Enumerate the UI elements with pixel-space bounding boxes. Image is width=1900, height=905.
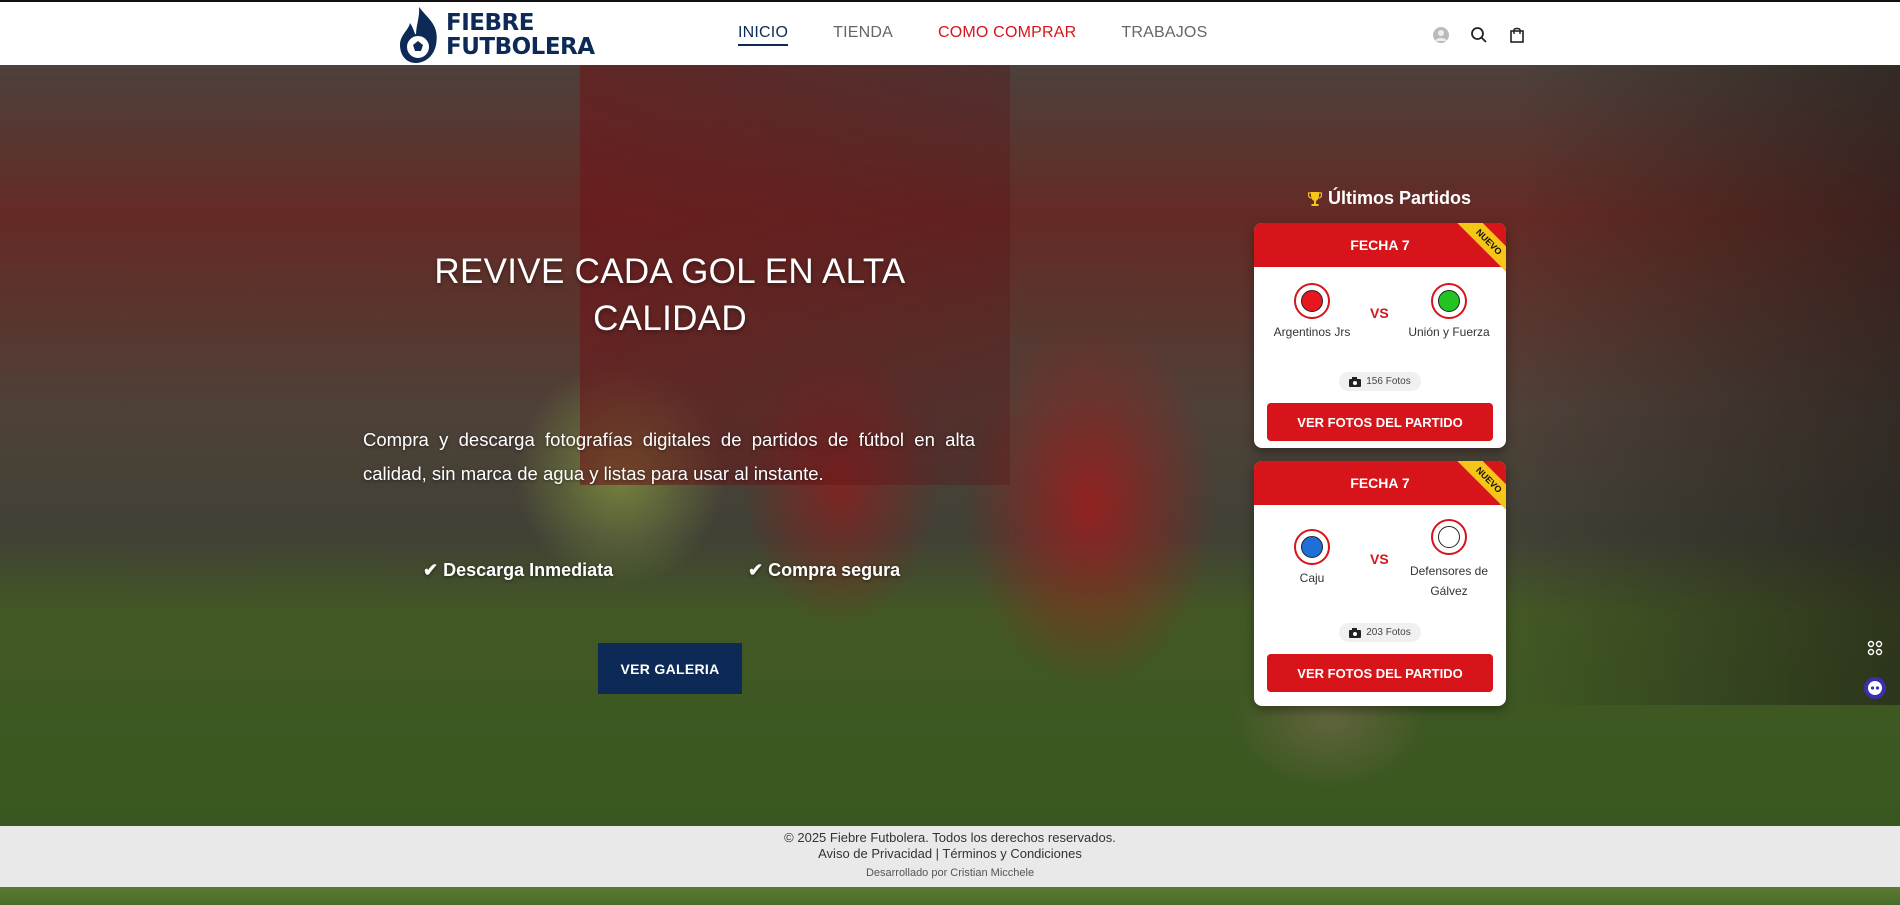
away-team: Defensores de Gálvez: [1394, 519, 1504, 601]
view-match-photos-button[interactable]: VER FOTOS DEL PARTIDO: [1267, 403, 1493, 441]
camera-icon: [1349, 376, 1362, 387]
nav-tienda[interactable]: TIENDA: [833, 24, 893, 46]
logo-line-1: FIEBRE: [446, 10, 534, 36]
match-teams: Caju VS Defensores de Gálvez: [1254, 505, 1506, 623]
home-team-name: Caju: [1299, 571, 1325, 585]
site-footer: © 2025 Fiebre Futbolera. Todos los derec…: [0, 826, 1900, 887]
versus-label: VS: [1370, 551, 1389, 567]
feature-secure-purchase: ✔ Compra segura: [748, 560, 901, 580]
match-round: FECHA 7 NUEVO: [1254, 461, 1506, 519]
grid-icon[interactable]: [1862, 635, 1888, 661]
main-nav: INICIO TIENDA COMO COMPRAR TRABAJOS: [738, 24, 1252, 46]
away-team-name: Defensores de Gálvez: [1409, 564, 1489, 598]
home-team: Caju: [1257, 529, 1367, 585]
logo-wordmark: FIEBRE FUTBOLERA: [446, 11, 595, 59]
view-match-photos-button[interactable]: VER FOTOS DEL PARTIDO: [1267, 654, 1493, 692]
photo-count: 156 Fotos: [1254, 372, 1506, 391]
match-round-label: FECHA 7: [1350, 475, 1410, 491]
hero-title: REVIVE CADA GOL EN ALTA CALIDAD: [434, 252, 906, 338]
site-header: FIEBRE FUTBOLERA INICIO TIENDA COMO COMP…: [0, 2, 1900, 66]
versus-label: VS: [1370, 305, 1389, 321]
away-team-name: Unión y Fuerza: [1408, 325, 1490, 339]
cart-icon[interactable]: [1508, 26, 1526, 44]
latest-matches-heading: Últimos Partidos: [1308, 188, 1471, 209]
flame-ball-logo-icon: [400, 7, 437, 63]
hero-section: REVIVE CADA GOL EN ALTA CALIDAD Compra y…: [0, 65, 1900, 826]
footer-legal-links[interactable]: Aviso de Privacidad | Términos y Condici…: [0, 846, 1900, 861]
chat-bot-icon[interactable]: [1862, 675, 1888, 701]
match-teams: Argentinos Jrs VS Unión y Fuerza: [1254, 267, 1506, 367]
search-icon[interactable]: [1470, 26, 1488, 44]
nav-como-comprar[interactable]: COMO COMPRAR: [938, 24, 1076, 46]
nav-trabajos[interactable]: TRABAJOS: [1121, 24, 1207, 46]
site-logo[interactable]: FIEBRE FUTBOLERA: [398, 5, 595, 65]
home-team-crest-icon: [1294, 283, 1330, 319]
match-round: FECHA 7 NUEVO: [1254, 223, 1506, 281]
nav-inicio[interactable]: INICIO: [738, 24, 789, 46]
logo-line-2: FUTBOLERA: [446, 34, 595, 60]
home-team-crest-icon: [1294, 529, 1330, 565]
away-team: Unión y Fuerza: [1394, 283, 1504, 339]
match-round-label: FECHA 7: [1350, 237, 1410, 253]
hero-background-bottom: [0, 887, 1900, 905]
trophy-icon: [1308, 191, 1322, 206]
photo-count: 203 Fotos: [1254, 623, 1506, 642]
match-card: FECHA 7 NUEVO Caju VS Defensores de Gálv…: [1254, 461, 1506, 706]
home-team-name: Argentinos Jrs: [1273, 325, 1351, 339]
camera-icon: [1349, 627, 1362, 638]
footer-copyright: © 2025 Fiebre Futbolera. Todos los derec…: [784, 830, 1116, 845]
latest-matches-title: Últimos Partidos: [1328, 188, 1472, 208]
header-icons: [1432, 26, 1526, 44]
footer-credit: Desarrollado por Cristian Micchele: [865, 867, 1035, 879]
view-gallery-button[interactable]: VER GALERIA: [598, 643, 742, 694]
hero-description: Compra y descarga fotografías digitales …: [363, 429, 975, 484]
away-team-crest-icon: [1431, 519, 1467, 555]
photo-count-label: 203 Fotos: [1366, 627, 1411, 638]
feature-instant-download: ✔ Descarga Inmediata: [423, 560, 614, 580]
away-team-crest-icon: [1431, 283, 1467, 319]
user-icon[interactable]: [1432, 26, 1450, 44]
match-card: FECHA 7 NUEVO Argentinos Jrs VS Unión y …: [1254, 223, 1506, 448]
home-team: Argentinos Jrs: [1257, 283, 1367, 339]
photo-count-label: 156 Fotos: [1366, 376, 1411, 387]
